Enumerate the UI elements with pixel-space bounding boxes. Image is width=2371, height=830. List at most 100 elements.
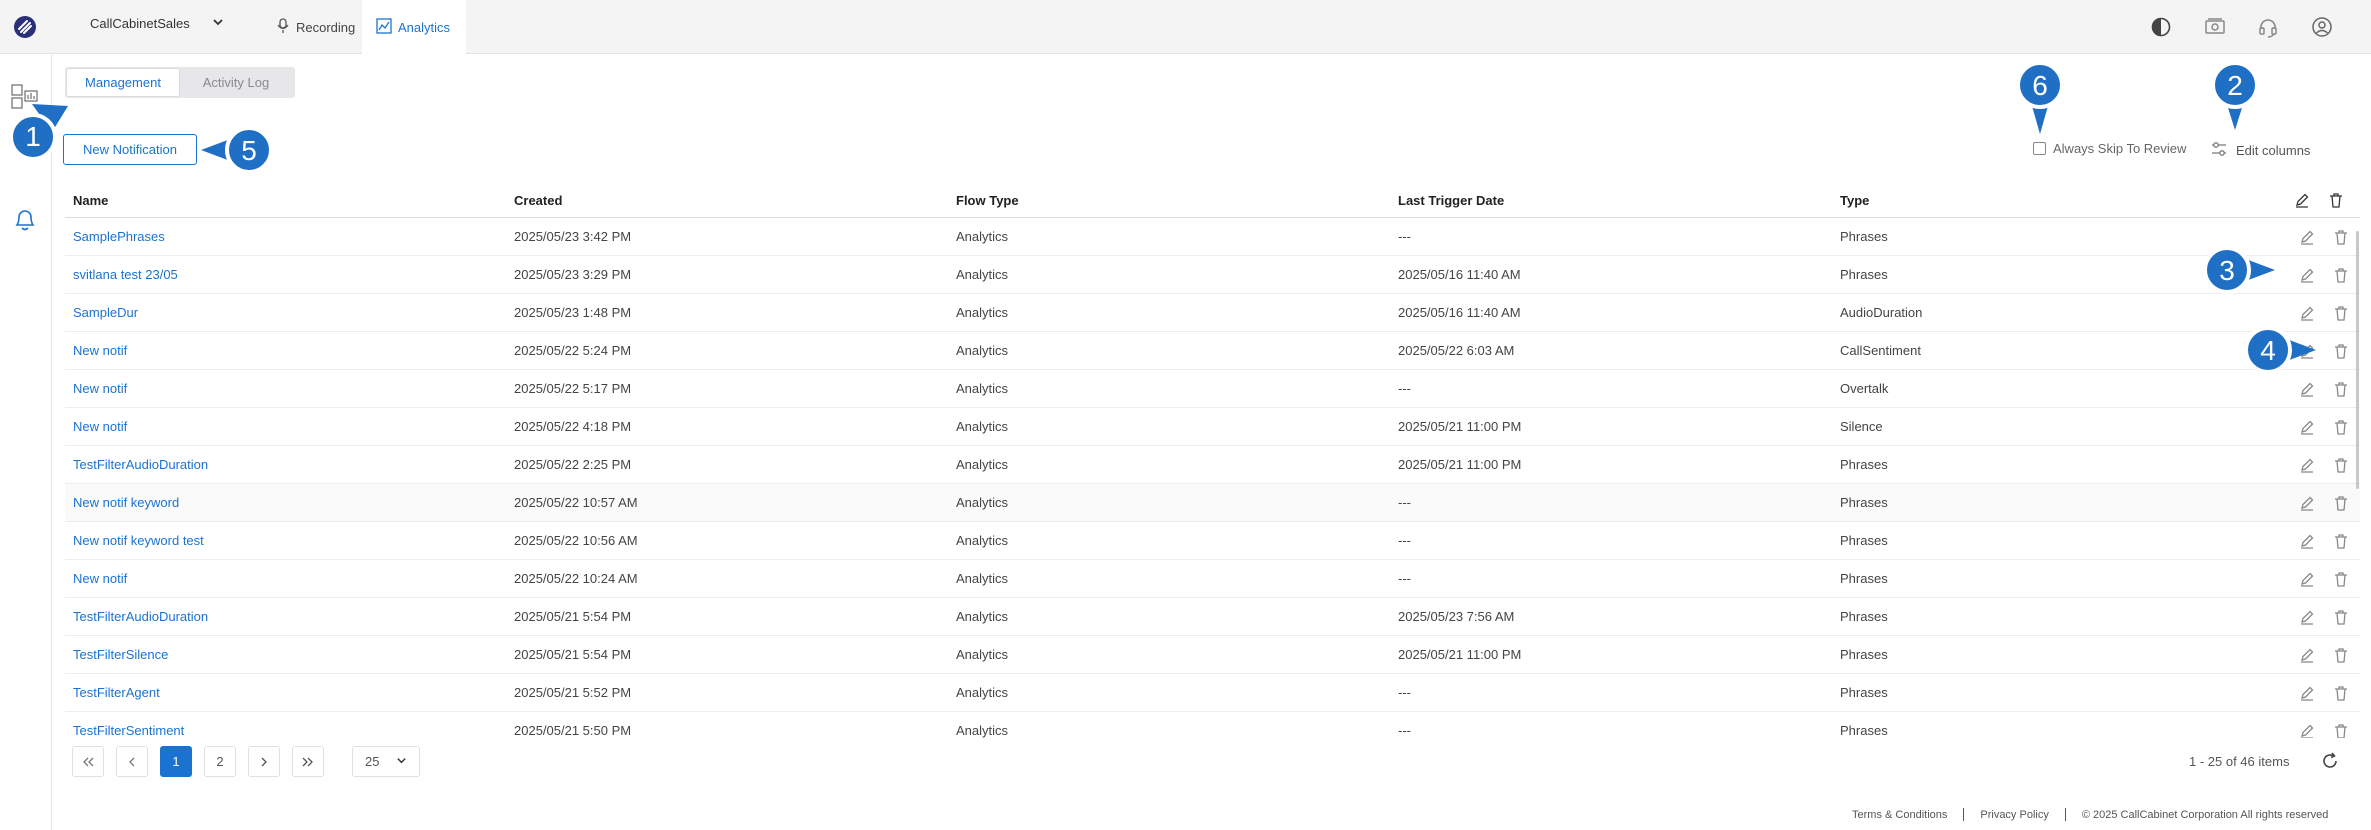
last-page-button[interactable] <box>292 746 324 777</box>
bulk-delete-trash-icon[interactable] <box>2328 192 2344 208</box>
row-last-trigger-date: 2025/05/16 11:40 AM <box>1398 267 1521 282</box>
edit-pencil-icon[interactable] <box>2299 723 2315 738</box>
always-skip-to-review[interactable]: Always Skip To Review <box>2033 141 2186 156</box>
page-size-select[interactable]: 25 <box>352 746 420 777</box>
delete-trash-icon[interactable] <box>2333 343 2349 359</box>
row-name-link[interactable]: New notif keyword test <box>65 533 508 548</box>
nav-analytics[interactable]: Analytics <box>362 0 466 54</box>
row-name-link[interactable]: SampleDur <box>65 305 508 320</box>
row-name-link[interactable]: svitlana test 23/05 <box>65 267 508 282</box>
table-body: SamplePhrases 2025/05/23 3:42 PM Analytics… <box>65 218 2360 738</box>
edit-pencil-icon[interactable] <box>2299 229 2315 245</box>
row-name-link[interactable]: SamplePhrases <box>65 229 508 244</box>
user-icon[interactable] <box>2310 15 2334 39</box>
callcabinet-logo-icon[interactable] <box>13 15 37 39</box>
terms-link[interactable]: Terms & Conditions <box>1852 809 1947 821</box>
edit-pencil-icon[interactable] <box>2299 571 2315 587</box>
row-created: 2025/05/22 10:57 AM <box>514 495 638 510</box>
prev-page-button[interactable] <box>116 746 148 777</box>
row-name-link[interactable]: TestFilterAgent <box>65 685 508 700</box>
delete-trash-icon[interactable] <box>2333 229 2349 245</box>
first-page-button[interactable] <box>72 746 104 777</box>
table-row[interactable]: TestFilterSilence 2025/05/21 5:54 PM Analy… <box>65 636 2360 674</box>
bulk-edit-pencil-icon[interactable] <box>2294 192 2310 208</box>
table-row[interactable]: SampleDur 2025/05/23 1:48 PM Analytics 2025… <box>65 294 2360 332</box>
edit-pencil-icon[interactable] <box>2299 609 2315 625</box>
column-header-created[interactable]: Created <box>508 193 950 208</box>
tab-activity-log[interactable]: Activity Log <box>179 69 293 96</box>
nav-recording[interactable]: Recording <box>266 0 365 54</box>
callout-marker-2: 2 <box>2211 61 2259 130</box>
refresh-icon[interactable] <box>2320 751 2340 771</box>
row-flow-type: Analytics <box>956 685 1009 700</box>
table-row[interactable]: TestFilterSentiment 2025/05/21 5:50 PM Ana… <box>65 712 2360 738</box>
row-name-link[interactable]: New notif <box>65 571 508 586</box>
row-actions <box>2274 685 2349 701</box>
delete-trash-icon[interactable] <box>2333 457 2349 473</box>
table-row[interactable]: New notif keyword test 2025/05/22 10:56 A… <box>65 522 2360 560</box>
column-header-name[interactable]: Name <box>65 193 508 208</box>
table-row[interactable]: New notif 2025/05/22 5:17 PM Analytics --- O… <box>65 370 2360 408</box>
delete-trash-icon[interactable] <box>2333 305 2349 321</box>
headset-icon[interactable] <box>2256 15 2280 39</box>
cash-icon[interactable] <box>2203 15 2227 39</box>
delete-trash-icon[interactable] <box>2333 495 2349 511</box>
delete-trash-icon[interactable] <box>2333 533 2349 549</box>
delete-trash-icon[interactable] <box>2333 723 2349 738</box>
privacy-link[interactable]: Privacy Policy <box>1980 809 2048 821</box>
tab-management[interactable]: Management <box>67 69 179 96</box>
row-name-link[interactable]: New notif <box>65 381 508 396</box>
edit-columns-button[interactable]: Edit columns <box>2210 140 2310 161</box>
page-2-button[interactable]: 2 <box>204 746 236 777</box>
table-row[interactable]: TestFilterAudioDuration 2025/05/21 5:54 P… <box>65 598 2360 636</box>
column-header-type[interactable]: Type <box>1834 193 2274 208</box>
table-row[interactable]: TestFilterAgent 2025/05/21 5:52 PM Analyti… <box>65 674 2360 712</box>
bell-icon[interactable] <box>11 205 39 233</box>
row-actions <box>2274 457 2349 473</box>
table-row[interactable]: TestFilterAudioDuration 2025/05/22 2:25 P… <box>65 446 2360 484</box>
row-name-link[interactable]: New notif <box>65 343 508 358</box>
table-row[interactable]: New notif 2025/05/22 10:24 AM Analytics ---… <box>65 560 2360 598</box>
new-notification-button[interactable]: New Notification <box>63 134 197 165</box>
edit-pencil-icon[interactable] <box>2299 419 2315 435</box>
table-row[interactable]: svitlana test 23/05 2025/05/23 3:29 PM Ana… <box>65 256 2360 294</box>
delete-trash-icon[interactable] <box>2333 267 2349 283</box>
next-page-button[interactable] <box>248 746 280 777</box>
delete-trash-icon[interactable] <box>2333 609 2349 625</box>
delete-trash-icon[interactable] <box>2333 419 2349 435</box>
row-name-link[interactable]: TestFilterSentiment <box>65 723 508 738</box>
row-name-link[interactable]: TestFilterAudioDuration <box>65 457 508 472</box>
table-row[interactable]: New notif 2025/05/22 5:24 PM Analytics 2025… <box>65 332 2360 370</box>
edit-pencil-icon[interactable] <box>2299 647 2315 663</box>
edit-pencil-icon[interactable] <box>2299 457 2315 473</box>
skip-review-checkbox[interactable] <box>2033 142 2046 155</box>
edit-pencil-icon[interactable] <box>2299 685 2315 701</box>
row-type: Phrases <box>1840 457 1888 472</box>
contrast-icon[interactable] <box>2149 15 2173 39</box>
table-row[interactable]: SamplePhrases 2025/05/23 3:42 PM Analytics… <box>65 218 2360 256</box>
column-header-flow-type[interactable]: Flow Type <box>950 193 1392 208</box>
edit-pencil-icon[interactable] <box>2299 533 2315 549</box>
row-name-link[interactable]: TestFilterAudioDuration <box>65 609 508 624</box>
column-header-last-trigger-date[interactable]: Last Trigger Date <box>1392 193 1834 208</box>
row-name-link[interactable]: New notif keyword <box>65 495 508 510</box>
row-last-trigger-date: 2025/05/23 7:56 AM <box>1398 609 1515 624</box>
row-name-link[interactable]: TestFilterSilence <box>65 647 508 662</box>
copyright-text: © 2025 CallCabinet Corporation All right… <box>2081 808 2329 821</box>
row-created: 2025/05/23 3:29 PM <box>514 267 632 282</box>
row-last-trigger-date: 2025/05/22 6:03 AM <box>1398 343 1515 358</box>
page-1-button[interactable]: 1 <box>160 746 192 777</box>
table-row[interactable]: New notif keyword 2025/05/22 10:57 AM Anal… <box>65 484 2360 522</box>
table-row[interactable]: New notif 2025/05/22 4:18 PM Analytics 2025… <box>65 408 2360 446</box>
row-last-trigger-date: 2025/05/21 11:00 PM <box>1398 419 1522 434</box>
row-name-link[interactable]: New notif <box>65 419 508 434</box>
table-scrollbar[interactable] <box>2356 231 2359 489</box>
delete-trash-icon[interactable] <box>2333 685 2349 701</box>
delete-trash-icon[interactable] <box>2333 647 2349 663</box>
workspace-select[interactable]: CallCabinetSales <box>90 16 224 31</box>
edit-pencil-icon[interactable] <box>2299 495 2315 511</box>
delete-trash-icon[interactable] <box>2333 571 2349 587</box>
notifications-table: Name Created Flow Type Last Trigger Date… <box>65 183 2360 738</box>
edit-pencil-icon[interactable] <box>2299 267 2315 283</box>
delete-trash-icon[interactable] <box>2333 381 2349 397</box>
